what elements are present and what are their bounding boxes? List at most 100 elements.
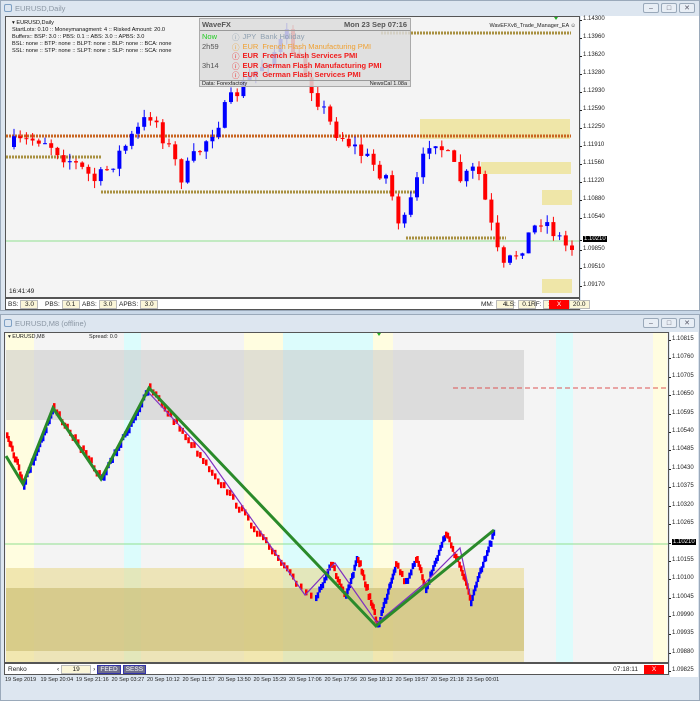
field-input[interactable]: 20.0 [568, 300, 590, 309]
time-tick: 19 Sep 21:16 [76, 677, 109, 683]
renko-brick [468, 594, 472, 601]
candle-body [365, 153, 370, 156]
news-currency: EUR [242, 70, 259, 79]
renko-brick [196, 450, 199, 457]
field-label: APBS: [119, 301, 139, 308]
candle-body [123, 145, 128, 151]
time-tick: 20 Sep 21:18 [431, 677, 464, 683]
renko-brick [401, 570, 404, 577]
minimize-button[interactable]: – [643, 3, 659, 13]
renko-brick [359, 560, 362, 567]
window-titlebar[interactable]: EURUSD,Daily [1, 1, 699, 16]
renko-brick [397, 562, 400, 569]
candle-body [210, 136, 215, 142]
close-button[interactable]: ✕ [679, 3, 695, 13]
maximize-button[interactable]: □ [661, 318, 677, 328]
candle-body [111, 168, 116, 170]
candle-body [390, 175, 395, 197]
candle-body [421, 153, 426, 178]
time-tick: 20 Sep 17:56 [324, 677, 358, 683]
maximize-button[interactable]: □ [661, 3, 677, 13]
candle-body [160, 122, 165, 144]
price-tick: 1.10880 [580, 196, 605, 202]
brick-size-input[interactable]: 19 [61, 665, 92, 674]
price-tick: 1.10430 [669, 464, 694, 471]
feed-button[interactable]: FEED [97, 665, 121, 674]
renko-brick [220, 482, 223, 489]
candle-body [328, 106, 333, 122]
candle-body [402, 214, 407, 224]
close-ea-button[interactable]: X [549, 300, 569, 309]
toolbar-field: BS: 3.0 [8, 300, 39, 309]
candle-body [18, 136, 23, 139]
renko-brick [368, 593, 372, 600]
candle-body [74, 161, 78, 163]
trade-manager-toolbar: BS: 3.0 PBS: 0.1 ABS: 3.0 APBS: 3.0 MM: 4 LS: 0.1 RF… [5, 298, 590, 310]
renko-brick [235, 502, 238, 509]
candle-body [371, 153, 376, 165]
candle-body [55, 147, 60, 156]
candle-body [396, 196, 401, 224]
candle-body [235, 92, 240, 97]
news-datetime: Mon 23 Sep 07:16 [344, 20, 407, 29]
info-line: SSL: none :: STP: none :: SLPT: none :: … [12, 48, 172, 54]
renko-brick [217, 478, 220, 485]
renko-brick [205, 459, 208, 466]
minimize-button[interactable]: – [643, 318, 659, 328]
renko-brick [208, 466, 211, 473]
renko-chart-plot[interactable]: ▾ EURUSD,M8 Spread: 0.0 [4, 332, 669, 663]
price-tick: 1.10100 [669, 575, 694, 582]
candle-body [557, 235, 562, 237]
candle-body [61, 155, 66, 163]
price-tick: 1.11560 [579, 160, 605, 166]
window-title: EURUSD,Daily [15, 4, 66, 13]
field-input[interactable]: 3.0 [98, 300, 117, 309]
renko-brick [310, 592, 313, 599]
price-tick: 1.13280 [580, 70, 605, 76]
price-axis[interactable]: 1.10815 1.10760 1.10705 1.10650 1.10595 1.105… [669, 332, 698, 677]
candle-body [532, 225, 537, 233]
current-price-label: 1.10210 [669, 539, 696, 545]
price-tick: 1.09850 [580, 246, 605, 252]
field-label: MM: [481, 301, 494, 308]
renko-brick [187, 437, 190, 444]
candle-body [80, 162, 85, 167]
candle-body [117, 150, 122, 169]
window-titlebar[interactable]: EURUSD,M8 (offline) [1, 315, 699, 330]
candle-body [49, 143, 54, 148]
price-tick: 1.10650 [669, 391, 694, 398]
price-tick: 1.12250 [580, 124, 605, 130]
time-tick: 20 Sep 19:57 [395, 677, 429, 683]
price-axis[interactable]: 1.14300 1.13960 1.13620 1.13280 1.12930 1.125… [579, 16, 699, 310]
sess-button[interactable]: SESS [122, 665, 147, 674]
close-button[interactable]: ✕ [679, 318, 695, 328]
field-input[interactable]: 0.1 [61, 300, 80, 309]
renko-brick [448, 536, 451, 543]
candle-body [167, 143, 171, 145]
window-title: EURUSD,M8 (offline) [15, 319, 87, 328]
increase-icon[interactable]: › [93, 666, 95, 673]
news-item[interactable]: ⓘ EUR German Flash Services PMI [202, 70, 361, 81]
price-tick: 1.09935 [669, 630, 694, 637]
price-tick: 1.10045 [669, 593, 694, 600]
renko-brick [410, 569, 413, 576]
toolbar-field: PBS: 0.1 [45, 300, 80, 309]
renko-brick [475, 581, 478, 588]
candle-body [526, 232, 531, 254]
price-tick: 1.12590 [580, 106, 605, 112]
candle-body [439, 146, 444, 151]
candle-body [30, 138, 35, 141]
candle-body [129, 133, 134, 146]
candle-body [185, 160, 190, 183]
shift-marker-icon [554, 17, 558, 20]
field-label: PBS: [45, 301, 60, 308]
candle-body [12, 136, 16, 147]
decrease-icon[interactable]: ‹ [57, 666, 59, 673]
candle-body [142, 117, 147, 127]
brick-control: ‹ 19 › FEED SESS [57, 665, 147, 674]
field-input[interactable]: 3.0 [20, 300, 39, 309]
field-input[interactable]: 3.0 [140, 300, 159, 309]
renko-brick [256, 530, 259, 537]
price-tick: 1.13620 [580, 52, 605, 58]
close-button[interactable]: X [644, 665, 664, 674]
